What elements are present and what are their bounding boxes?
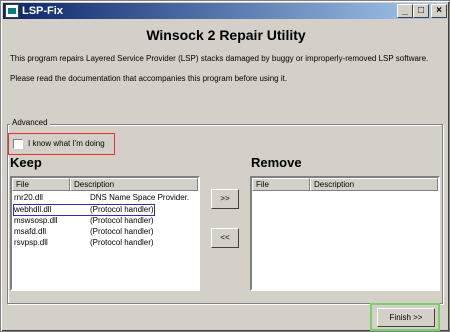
know-checkbox-label[interactable]: I know what I'm doing	[28, 139, 105, 148]
remove-title: Remove	[251, 155, 302, 170]
remove-col-file[interactable]: File	[252, 178, 310, 191]
keep-row[interactable]: msafd.dll (Protocol handler)	[12, 226, 198, 237]
keep-row-description: (Protocol handler)	[90, 238, 154, 247]
page-title: Winsock 2 Repair Utility	[146, 27, 306, 43]
minimize-button[interactable]: _	[397, 4, 413, 18]
keep-col-file[interactable]: File	[12, 178, 70, 191]
keep-row-file: rsvpsp.dll	[14, 238, 48, 247]
lsp-fix-window: LSP-Fix _ □ × Winsock 2 Repair Utility T…	[0, 0, 450, 332]
move-to-keep-button[interactable]: <<	[211, 228, 239, 248]
move-to-remove-button[interactable]: >>	[211, 189, 239, 209]
advanced-legend: Advanced	[10, 118, 50, 127]
keep-row-description: (Protocol handler)	[90, 216, 154, 225]
keep-row[interactable]: rnr20.dll DNS Name Space Provider.	[12, 192, 198, 203]
know-checkbox-highlight: I know what I'm doing	[8, 133, 115, 155]
app-icon	[5, 4, 19, 18]
remove-list[interactable]: File Description	[250, 176, 440, 291]
maximize-button[interactable]: □	[413, 4, 429, 18]
keep-row[interactable]: rsvpsp.dll (Protocol handler)	[12, 237, 198, 248]
window-title: LSP-Fix	[22, 5, 63, 17]
keep-row-file: msafd.dll	[14, 227, 47, 236]
keep-row[interactable]: mswsosp.dll (Protocol handler)	[12, 215, 198, 226]
keep-row-description: (Protocol handler)	[90, 227, 154, 236]
title-bar[interactable]: LSP-Fix _ □ ×	[3, 3, 447, 19]
close-button[interactable]: ×	[431, 4, 447, 18]
intro-text: This program repairs Layered Service Pro…	[10, 54, 429, 63]
keep-row-description: DNS Name Space Provider.	[90, 193, 190, 202]
keep-list[interactable]: File Description rnr20.dll DNS Name Spac…	[10, 176, 200, 291]
keep-col-description[interactable]: Description	[70, 178, 198, 191]
docs-note: Please read the documentation that accom…	[10, 74, 288, 83]
finish-button[interactable]: Finish >>	[377, 308, 435, 327]
keep-title: Keep	[10, 155, 42, 170]
keep-row-file: mswsosp.dll	[14, 216, 58, 225]
keep-row-file: rnr20.dll	[14, 193, 43, 202]
know-checkbox[interactable]	[13, 139, 23, 149]
remove-col-description[interactable]: Description	[310, 178, 438, 191]
